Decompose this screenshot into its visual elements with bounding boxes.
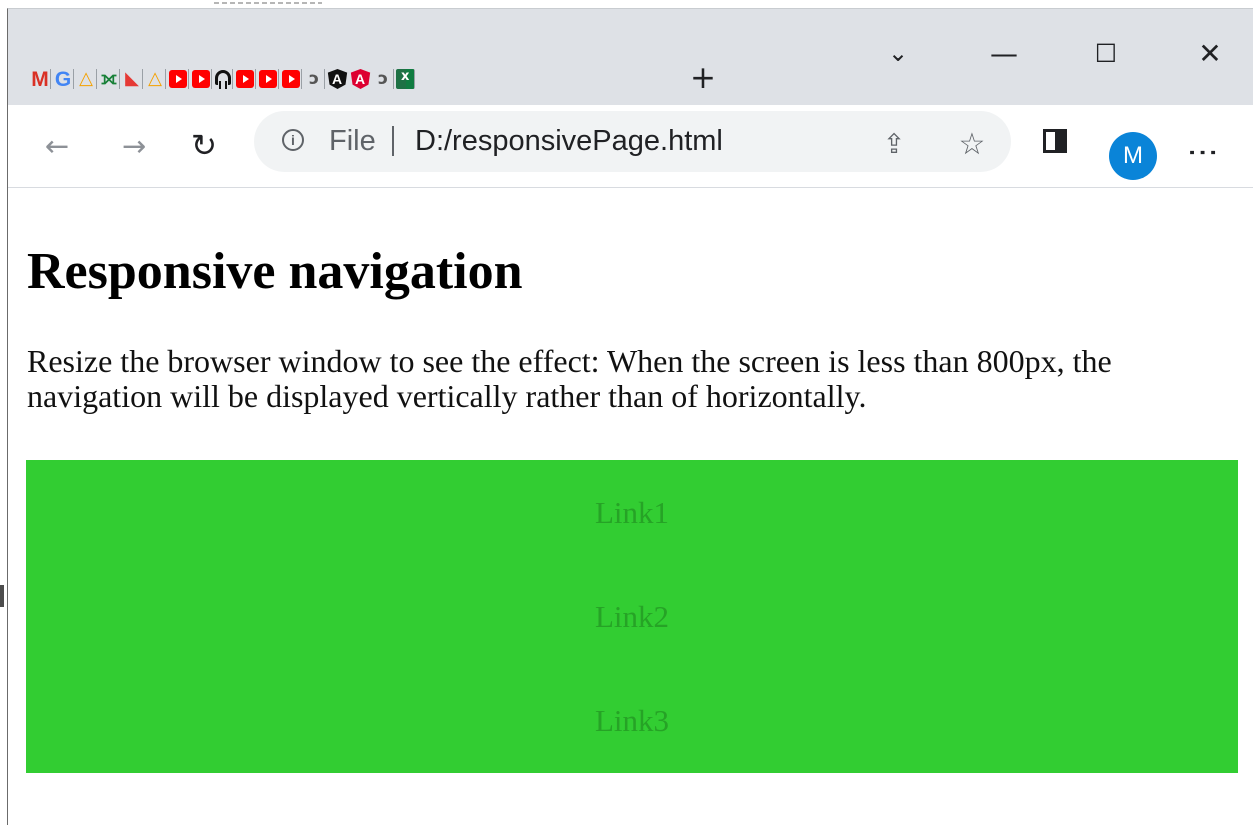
reload-icon[interactable]: ↻ bbox=[183, 125, 225, 167]
browser-toolbar: ← → ↻ i File D:/responsivePage.html ⇪ ☆ … bbox=[8, 105, 1253, 188]
tab-loop-icon[interactable]: ↄ bbox=[304, 69, 325, 89]
info-icon[interactable]: i bbox=[282, 129, 304, 151]
tab-angular-red-icon[interactable]: A bbox=[350, 69, 371, 89]
tab-loop-icon[interactable]: ↄ bbox=[373, 69, 394, 89]
left-edge-artifact bbox=[0, 585, 4, 607]
tab-angular-dark-icon[interactable]: A bbox=[327, 69, 348, 89]
tab-strip: M G △ ⟗ ◣ △ ↄ A A ↄ bbox=[30, 59, 417, 99]
background-window-fragment bbox=[214, 0, 324, 6]
file-scheme-label: File bbox=[329, 125, 376, 157]
maximize-button[interactable]: ☐ bbox=[1082, 31, 1130, 75]
youtube-icon bbox=[259, 70, 277, 88]
tab-youtube-icon[interactable] bbox=[191, 69, 212, 89]
close-button[interactable]: ✕ bbox=[1186, 31, 1234, 75]
youtube-icon bbox=[282, 70, 300, 88]
tab-youtube-icon[interactable] bbox=[235, 69, 256, 89]
new-tab-button[interactable]: + bbox=[684, 61, 722, 95]
minimize-button[interactable]: — bbox=[980, 31, 1028, 75]
tab-gmail-icon[interactable]: M bbox=[30, 69, 51, 90]
youtube-icon bbox=[236, 70, 254, 88]
web-page-content: Responsive navigation Resize the browser… bbox=[8, 188, 1253, 825]
tab-google-icon[interactable]: G bbox=[53, 69, 74, 90]
tab-drive-icon[interactable]: △ bbox=[145, 69, 166, 89]
share-icon[interactable]: ⇪ bbox=[875, 125, 913, 163]
browser-titlebar: M G △ ⟗ ◣ △ ↄ A A ↄ + ⌄ — ☐ ✕ bbox=[8, 9, 1253, 105]
tab-drive-icon[interactable]: △ bbox=[76, 69, 97, 89]
url-text[interactable]: D:/responsivePage.html bbox=[415, 125, 723, 157]
tab-youtube-icon[interactable] bbox=[168, 69, 189, 89]
nav-link-1[interactable]: Link1 bbox=[26, 460, 1238, 564]
more-menu-icon[interactable]: ⋮ bbox=[1185, 129, 1221, 171]
address-bar[interactable]: i File D:/responsivePage.html ⇪ ☆ bbox=[254, 111, 1011, 172]
responsive-navigation: Link1 Link2 Link3 bbox=[26, 460, 1238, 773]
tab-excel-icon[interactable] bbox=[396, 69, 415, 89]
profile-avatar[interactable]: M bbox=[1109, 132, 1157, 180]
browser-window: M G △ ⟗ ◣ △ ↄ A A ↄ + ⌄ — ☐ ✕ ← → ↻ i bbox=[7, 8, 1253, 825]
side-panel-icon[interactable] bbox=[1036, 121, 1076, 161]
youtube-icon bbox=[192, 70, 210, 88]
tab-helmet-icon[interactable] bbox=[214, 69, 233, 89]
page-description: Resize the browser window to see the eff… bbox=[27, 343, 1112, 414]
youtube-icon bbox=[169, 70, 187, 88]
tab-youtube-icon[interactable] bbox=[281, 69, 302, 89]
nav-link-2[interactable]: Link2 bbox=[26, 564, 1238, 668]
url-divider bbox=[392, 126, 394, 156]
tab-ribbon-icon[interactable]: ⟗ bbox=[99, 69, 120, 89]
tab-youtube-icon[interactable] bbox=[258, 69, 279, 89]
bookmark-star-icon[interactable]: ☆ bbox=[953, 125, 991, 163]
forward-arrow-icon[interactable]: → bbox=[113, 125, 155, 167]
tab-tomahawk-icon[interactable]: ◣ bbox=[122, 69, 143, 89]
page-title: Responsive navigation bbox=[27, 243, 523, 300]
nav-link-3[interactable]: Link3 bbox=[26, 668, 1238, 772]
tab-search-chevron-down-icon[interactable]: ⌄ bbox=[874, 31, 922, 75]
back-arrow-icon[interactable]: ← bbox=[36, 125, 78, 167]
